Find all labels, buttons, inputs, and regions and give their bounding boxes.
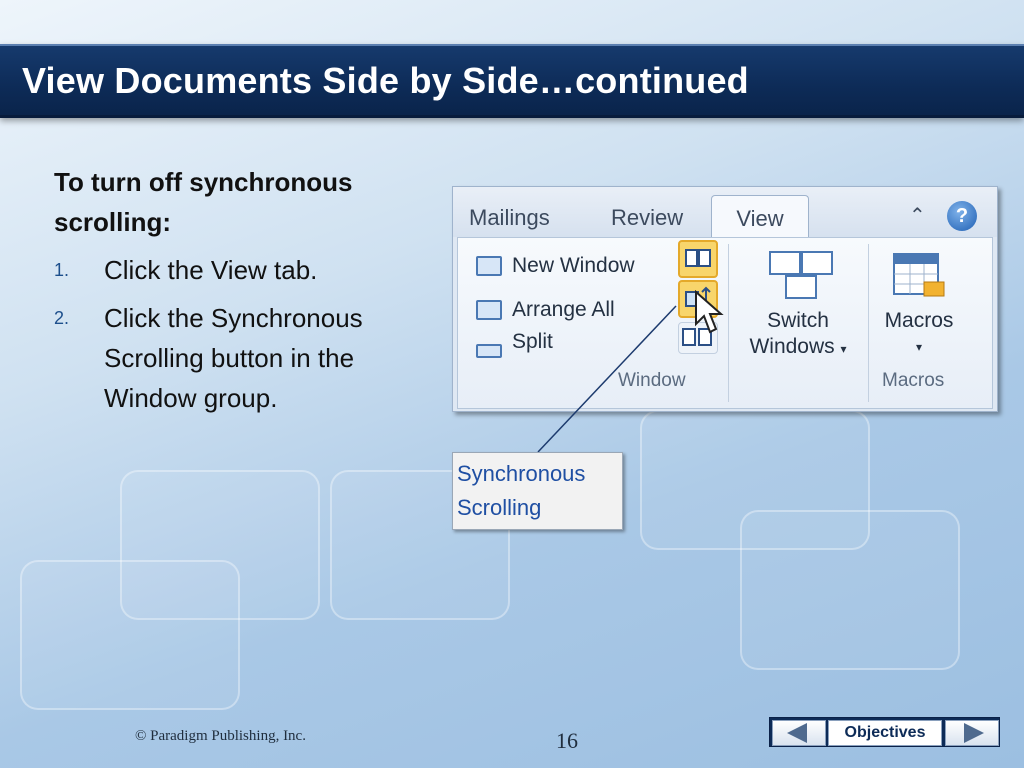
next-slide-button[interactable] — [945, 720, 999, 746]
macros-button[interactable]: Macros ▾ — [876, 308, 962, 360]
page-number: 16 — [556, 728, 578, 753]
background-key — [740, 510, 960, 670]
dropdown-arrow-icon: ▾ — [915, 340, 923, 354]
step-number: 1. — [54, 260, 70, 280]
macros-icon — [893, 253, 945, 297]
callout-line-1: Synchronous — [457, 461, 586, 486]
step-text: Click the Synchronous Scrolling button i… — [104, 303, 363, 413]
group-divider — [728, 244, 729, 402]
arrange-all-button[interactable]: Arrange All — [512, 298, 615, 322]
right-arrow-icon — [964, 723, 984, 743]
arrange-all-icon — [476, 300, 502, 320]
title-bar: View Documents Side by Side…continued — [0, 44, 1024, 118]
split-icon — [476, 344, 502, 358]
collapse-ribbon-icon[interactable]: ⌃ — [909, 203, 926, 228]
macros-label: Macros — [884, 309, 954, 332]
group-divider — [868, 244, 869, 402]
side-by-side-icon — [685, 249, 711, 267]
callout-line-2: Scrolling — [457, 495, 542, 520]
ribbon-tabs: Mailings Review View ⌃ ? — [453, 187, 997, 241]
switch-windows-icon — [769, 251, 833, 299]
objectives-button[interactable]: Objectives — [828, 720, 942, 746]
step-number: 2. — [54, 308, 70, 328]
ribbon-screenshot: Mailings Review View ⌃ ? New Window Arra… — [452, 186, 998, 412]
dropdown-arrow-icon: ▾ — [840, 342, 847, 356]
group-label-macros: Macros — [882, 370, 945, 391]
previous-slide-button[interactable] — [772, 720, 826, 746]
mouse-cursor-icon — [695, 290, 724, 334]
step-1: 1. Click the View tab. — [54, 250, 434, 290]
split-button[interactable]: Split — [512, 330, 553, 354]
synchronous-scrolling-callout: Synchronous Scrolling — [452, 452, 623, 530]
switch-windows-button[interactable]: Switch Windows ▾ — [738, 308, 858, 362]
group-label-window: Window — [618, 370, 686, 391]
new-window-button[interactable]: New Window — [512, 254, 635, 278]
instructions-intro: To turn off synchronous scrolling: — [54, 167, 353, 237]
tab-mailings[interactable]: Mailings — [469, 205, 550, 231]
navigation-bar: Objectives — [769, 717, 1000, 747]
tab-view[interactable]: View — [711, 195, 809, 241]
switch-windows-label-text: Windows — [749, 335, 835, 358]
tab-review[interactable]: Review — [611, 205, 683, 231]
instructions: To turn off synchronous scrolling: 1. Cl… — [54, 162, 434, 418]
switch-windows-label-2: Windows ▾ — [738, 334, 858, 362]
view-side-by-side-button[interactable] — [678, 240, 718, 278]
background-key — [20, 560, 240, 710]
step-2: 2. Click the Synchronous Scrolling butto… — [54, 298, 434, 418]
step-text: Click the View tab. — [104, 255, 318, 285]
left-arrow-icon — [787, 723, 807, 743]
switch-windows-label-1: Switch — [767, 309, 829, 332]
help-icon[interactable]: ? — [947, 201, 977, 231]
ribbon-body: New Window Arrange All Split Switch Wind… — [457, 237, 993, 409]
new-window-icon — [476, 256, 502, 276]
copyright: © Paradigm Publishing, Inc. — [135, 728, 306, 744]
slide-title: View Documents Side by Side…continued — [22, 60, 749, 101]
